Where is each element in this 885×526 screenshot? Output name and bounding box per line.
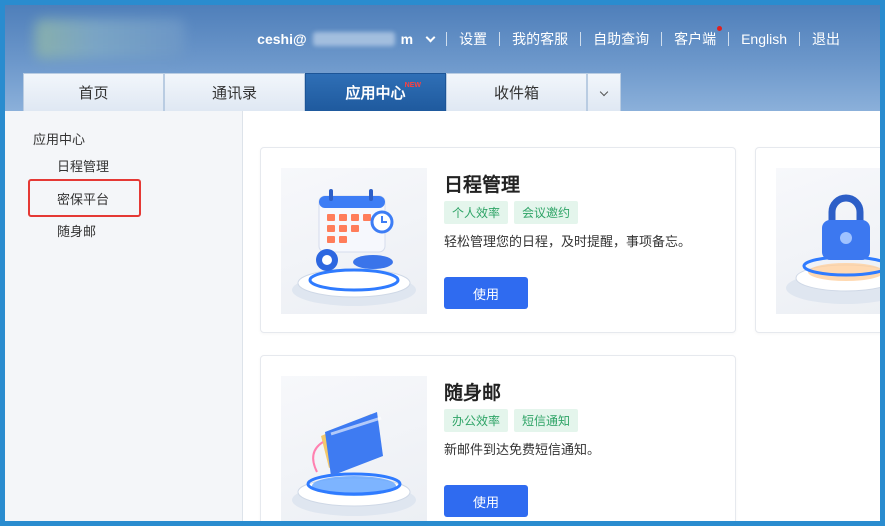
highlight-box xyxy=(28,179,141,217)
chevron-down-icon xyxy=(425,32,436,42)
more-tabs-button[interactable] xyxy=(587,73,621,111)
lock-illustration-icon xyxy=(776,168,880,314)
sidebar-group-title[interactable]: 应用中心 xyxy=(33,129,85,148)
redacted-user-email xyxy=(312,32,395,46)
tab-label: 收件箱 xyxy=(493,85,539,102)
client-link-label: 客户端 xyxy=(674,31,717,47)
wallet-illustration-icon xyxy=(281,376,427,521)
main-tabs: 首页 通讯录 应用中心 NEW 收件箱 xyxy=(23,73,621,111)
sidebar: 应用中心 日程管理 密保平台 随身邮 xyxy=(5,111,243,521)
sidebar-item-schedule[interactable]: 日程管理 xyxy=(57,156,109,175)
calendar-illustration-icon xyxy=(281,168,427,314)
app-window: ceshi@ m 设置 我的客服 自助查询 客户端 English 退出 首页 … xyxy=(0,0,885,526)
tab-label: 应用中心 xyxy=(345,85,406,102)
logo xyxy=(35,19,185,59)
tab-inbox[interactable]: 收件箱 xyxy=(446,73,587,111)
app-card-schedule: 日程管理 个人效率 会议邀约 轻松管理您的日程，及时提醒，事项备忘。 使用 xyxy=(260,147,736,333)
app-description: 新邮件到达免费短信通知。 xyxy=(444,442,601,457)
settings-link[interactable]: 设置 xyxy=(447,29,499,49)
sidebar-item-mobile-mail[interactable]: 随身邮 xyxy=(57,221,96,240)
chevron-down-icon xyxy=(599,87,609,96)
client-link[interactable]: 客户端 xyxy=(662,26,728,49)
tab-label: 通讯录 xyxy=(211,85,257,102)
tag-list: 个人效率 会议邀约 xyxy=(444,201,579,224)
customer-service-link[interactable]: 我的客服 xyxy=(500,29,580,49)
app-title: 日程管理 xyxy=(444,175,521,196)
self-service-query-link[interactable]: 自助查询 xyxy=(581,29,661,49)
app-title: 随身邮 xyxy=(444,383,502,404)
tag: 短信通知 xyxy=(514,409,579,432)
app-card-mobile-mail: 随身邮 办公效率 短信通知 新邮件到达免费短信通知。 使用 xyxy=(260,355,736,521)
tag: 办公效率 xyxy=(444,409,509,432)
tab-app-center[interactable]: 应用中心 NEW xyxy=(305,73,446,111)
new-badge: NEW xyxy=(404,82,421,89)
logout-link[interactable]: 退出 xyxy=(800,29,852,49)
tab-home[interactable]: 首页 xyxy=(23,73,164,111)
top-nav: ceshi@ m 设置 我的客服 自助查询 客户端 English 退出 xyxy=(245,26,852,51)
tag: 个人效率 xyxy=(444,201,509,224)
use-button[interactable]: 使用 xyxy=(444,277,528,309)
tag-list: 办公效率 短信通知 xyxy=(444,409,579,432)
app-description: 轻松管理您的日程，及时提醒，事项备忘。 xyxy=(444,234,692,249)
user-name-prefix: ceshi@ xyxy=(257,31,307,47)
user-account-menu[interactable]: ceshi@ m xyxy=(245,31,446,47)
app-center-content: 日程管理 个人效率 会议邀约 轻松管理您的日程，及时提醒，事项备忘。 使用 随身… xyxy=(243,111,880,521)
tab-contacts[interactable]: 通讯录 xyxy=(164,73,305,111)
header: ceshi@ m 设置 我的客服 自助查询 客户端 English 退出 首页 … xyxy=(5,5,880,111)
notification-dot xyxy=(717,26,723,31)
tag: 会议邀约 xyxy=(514,201,579,224)
language-link[interactable]: English xyxy=(729,31,799,47)
app-card-security xyxy=(755,147,880,333)
use-button[interactable]: 使用 xyxy=(444,485,528,517)
tab-label: 首页 xyxy=(78,85,109,102)
user-name-suffix: m xyxy=(400,31,414,47)
